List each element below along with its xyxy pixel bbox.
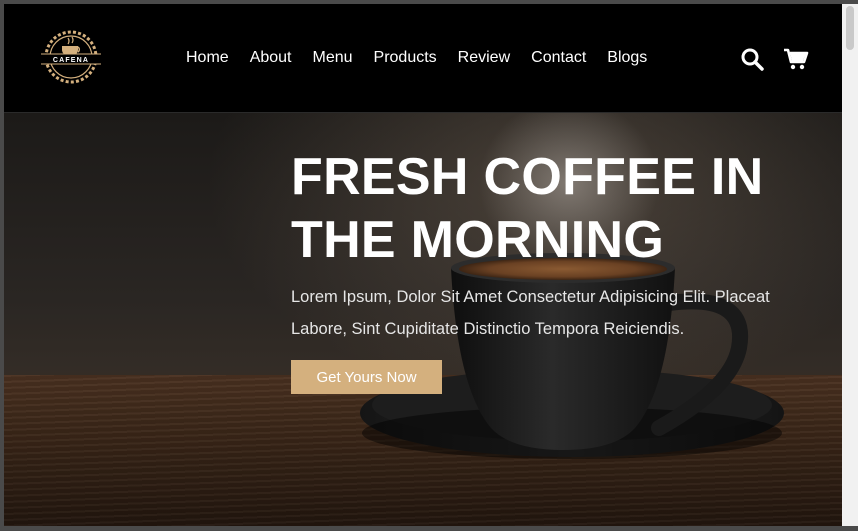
get-yours-now-button[interactable]: Get Yours Now xyxy=(291,360,442,394)
browser-viewport: CAFENA Home About Menu Products Review C… xyxy=(4,4,842,526)
site-header: CAFENA Home About Menu Products Review C… xyxy=(4,4,842,113)
search-icon xyxy=(741,48,764,71)
scrollbar-thumb[interactable] xyxy=(846,6,854,50)
main-nav: Home About Menu Products Review Contact … xyxy=(186,48,647,68)
nav-review[interactable]: Review xyxy=(458,48,510,68)
nav-products[interactable]: Products xyxy=(374,48,437,68)
nav-menu[interactable]: Menu xyxy=(313,48,353,68)
hero-description-line-2: Labore, Sint Cupiditate Distinctio Tempo… xyxy=(291,320,685,338)
page-scrollbar[interactable] xyxy=(842,4,858,526)
hero-title-line-2: THE MORNING xyxy=(291,211,665,269)
nav-home[interactable]: Home xyxy=(186,48,229,68)
cart-icon xyxy=(784,48,809,70)
hero-description-line-1: Lorem Ipsum, Dolor Sit Amet Consectetur … xyxy=(291,288,770,306)
nav-contact[interactable]: Contact xyxy=(531,48,586,68)
logo-text: CAFENA xyxy=(53,57,89,64)
hero-description: Lorem Ipsum, Dolor Sit Amet Consectetur … xyxy=(291,281,811,345)
cart-button[interactable] xyxy=(782,45,810,73)
nav-blogs[interactable]: Blogs xyxy=(607,48,647,68)
hero-section: FRESH COFFEE IN THE MORNING Lorem Ipsum,… xyxy=(4,113,842,526)
cafena-logo[interactable]: CAFENA xyxy=(38,26,104,88)
hero-title-line-1: FRESH COFFEE IN xyxy=(291,148,764,206)
hero-title: FRESH COFFEE IN THE MORNING xyxy=(291,146,811,272)
search-button[interactable] xyxy=(738,45,766,73)
nav-about[interactable]: About xyxy=(250,48,292,68)
